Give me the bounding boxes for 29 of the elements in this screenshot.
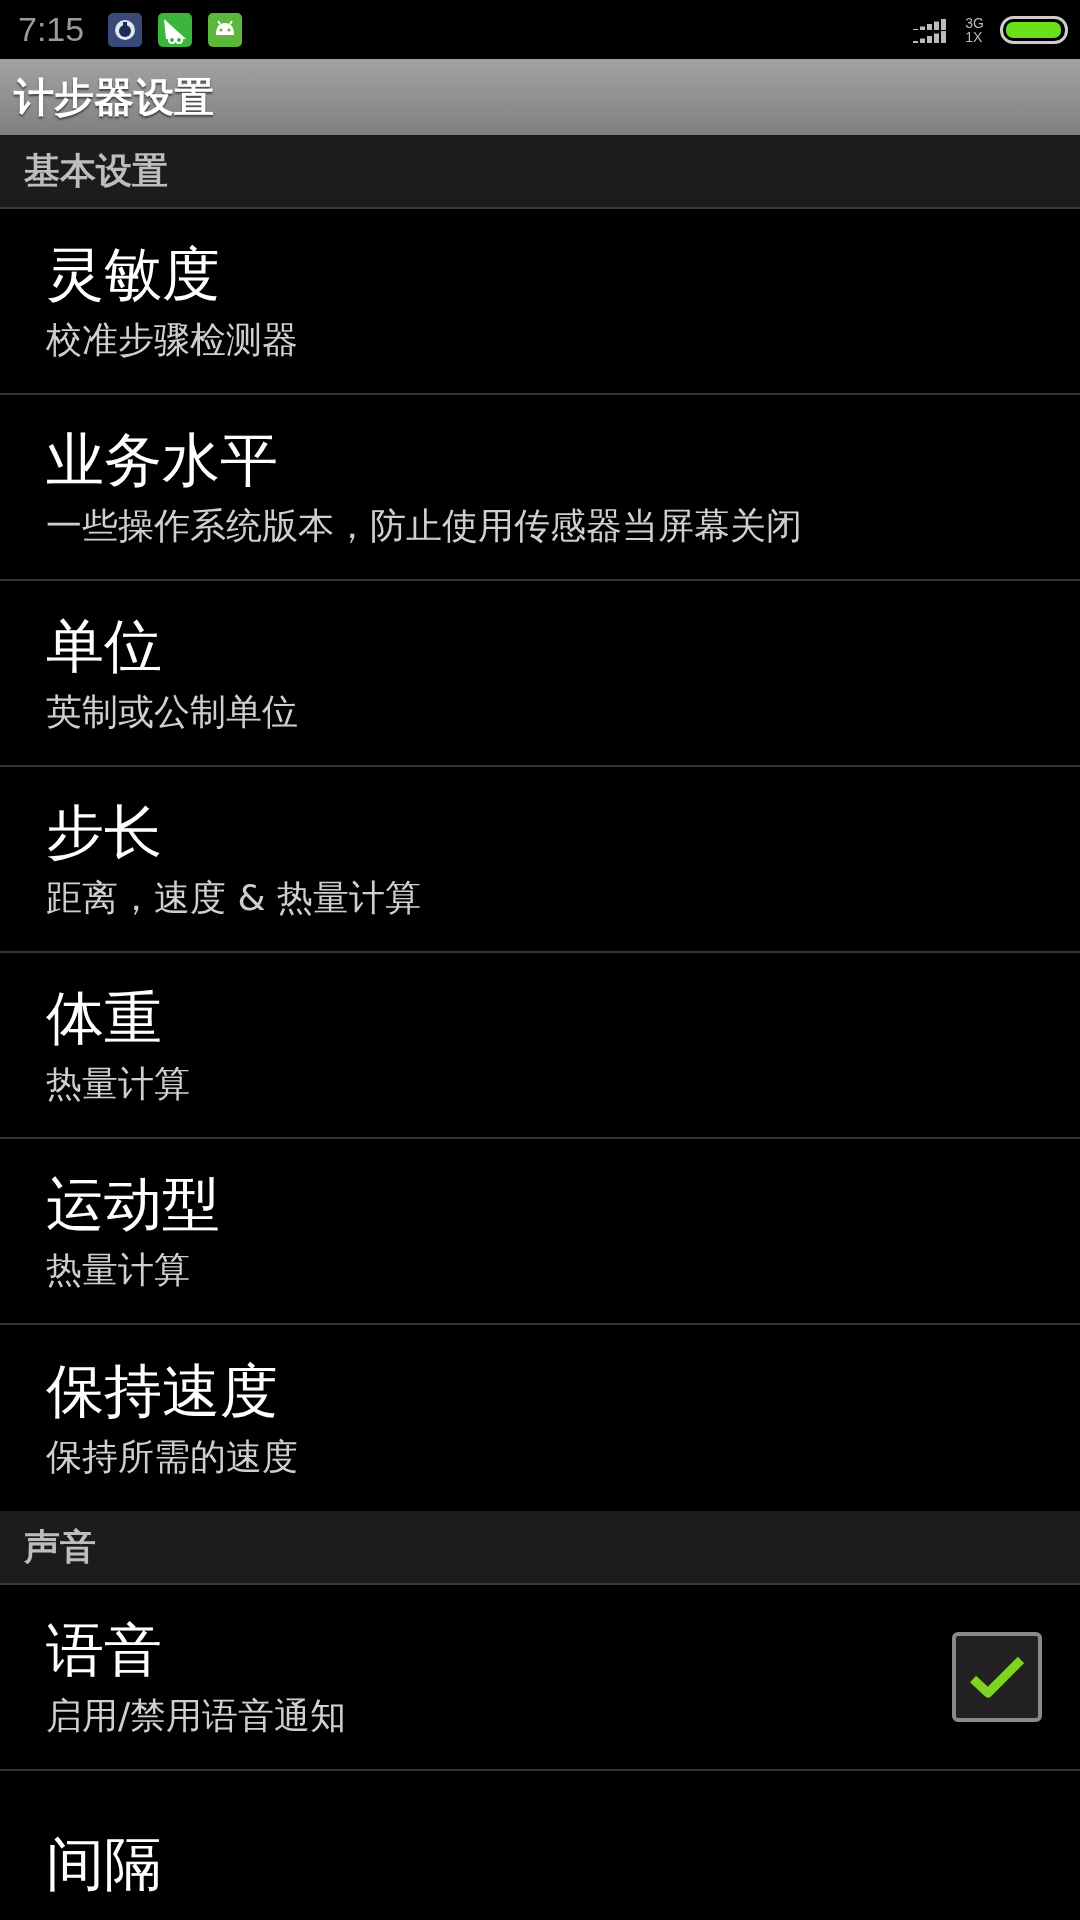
- setting-title[interactable]: 业务水平: [46, 425, 1042, 495]
- setting-summary: 英制或公制单位: [46, 690, 299, 734]
- setting-summary: 一些操作系统版本，防止使用传感器当屏幕关闭: [46, 504, 803, 548]
- network-label: 1X: [965, 29, 984, 44]
- setting-title[interactable]: 运动型: [46, 1169, 1042, 1239]
- section-header: 基本设置: [24, 148, 168, 193]
- app-icon: [158, 12, 193, 47]
- setting-title[interactable]: 语音: [46, 1615, 952, 1685]
- setting-summary: 热量计算: [46, 1062, 191, 1106]
- checkbox[interactable]: [952, 1632, 1042, 1722]
- setting-title[interactable]: 灵敏度: [46, 239, 1042, 309]
- setting-summary: 热量计算: [46, 1248, 191, 1292]
- setting-title[interactable]: 单位: [46, 611, 1042, 681]
- clock: 7:15: [18, 10, 85, 49]
- section-header: 声音: [24, 1524, 96, 1569]
- screen-title: 计步器设置: [14, 72, 214, 122]
- setting-summary: 启用/禁用语音通知: [46, 1694, 348, 1738]
- setting-summary: 距离，速度 & 热量计算: [46, 876, 422, 920]
- checkmark-icon: [970, 1655, 1024, 1699]
- setting-title[interactable]: 体重: [46, 983, 1042, 1053]
- network-label: 3G: [965, 15, 984, 30]
- battery-icon: [1000, 15, 1068, 44]
- setting-summary: 校准步骤检测器: [46, 318, 299, 362]
- setting-title[interactable]: 保持速度: [46, 1356, 1042, 1426]
- setting-title[interactable]: 间隔: [46, 1829, 1042, 1899]
- setting-summary: 保持所需的速度: [46, 1435, 299, 1479]
- android-icon: [208, 12, 243, 47]
- setting-title[interactable]: 步长: [46, 797, 1042, 867]
- app-icon: [108, 12, 143, 47]
